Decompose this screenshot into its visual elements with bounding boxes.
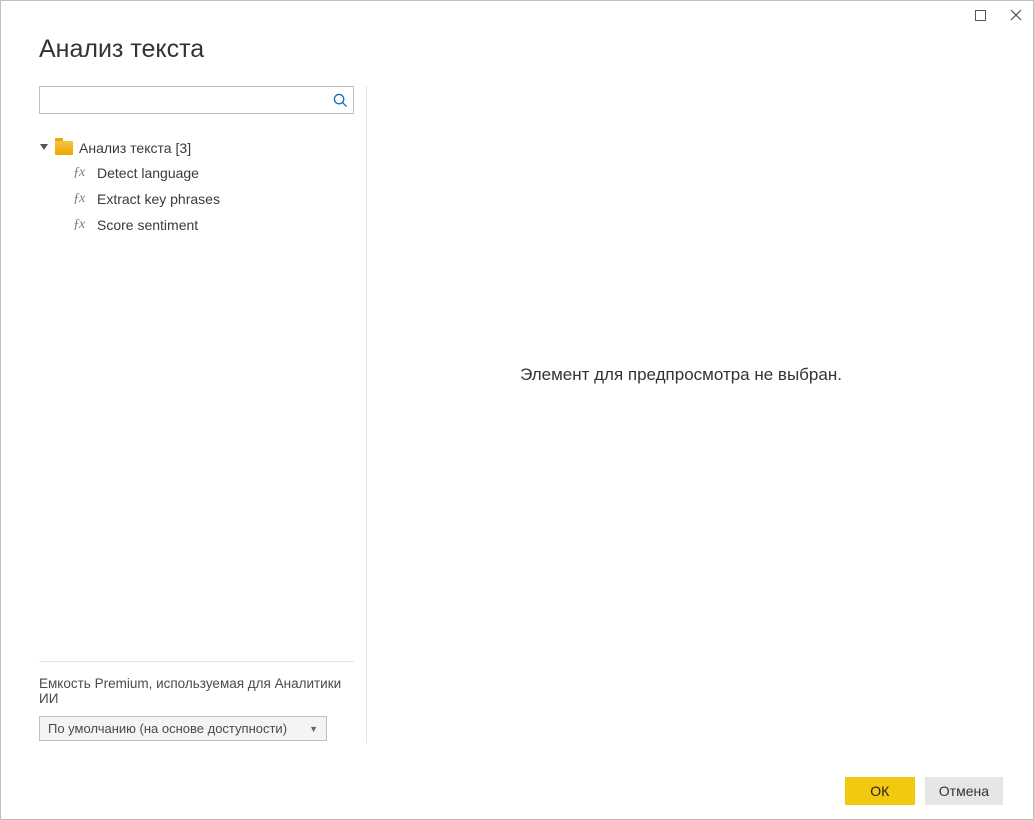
left-panel: Анализ текста [3] ƒx Detect language ƒx …	[39, 86, 367, 743]
folder-icon	[55, 141, 73, 155]
tree-folder[interactable]: Анализ текста [3]	[39, 136, 354, 160]
tree-folder-label: Анализ текста	[79, 140, 172, 156]
tree-item-label: Extract key phrases	[97, 191, 220, 207]
tree-item-label: Score sentiment	[97, 217, 198, 233]
function-icon: ƒx	[73, 165, 89, 181]
capacity-dropdown[interactable]: По умолчанию (на основе доступности) ▼	[39, 716, 327, 741]
chevron-down-icon: ▼	[309, 724, 318, 734]
search-box[interactable]	[39, 86, 354, 114]
dialog-title: Анализ текста	[39, 35, 995, 64]
ok-button[interactable]: ОК	[845, 777, 915, 805]
tree-item-score-sentiment[interactable]: ƒx Score sentiment	[39, 212, 354, 238]
dialog-content: Анализ текста	[1, 29, 1033, 763]
expand-arrow-icon	[39, 143, 49, 153]
capacity-label: Емкость Premium, используемая для Аналит…	[39, 676, 354, 706]
maximize-icon	[975, 10, 986, 21]
maximize-button[interactable]	[973, 8, 987, 22]
dialog-footer: ОК Отмена	[1, 763, 1033, 819]
cancel-button[interactable]: Отмена	[925, 777, 1003, 805]
titlebar	[1, 1, 1033, 29]
preview-panel: Элемент для предпросмотра не выбран.	[367, 86, 995, 743]
dialog-body: Анализ текста [3] ƒx Detect language ƒx …	[39, 86, 995, 743]
function-icon: ƒx	[73, 191, 89, 207]
dialog-window: Анализ текста	[0, 0, 1034, 820]
tree: Анализ текста [3] ƒx Detect language ƒx …	[39, 132, 354, 661]
tree-item-label: Detect language	[97, 165, 199, 181]
close-button[interactable]	[1009, 8, 1023, 22]
function-icon: ƒx	[73, 217, 89, 233]
tree-item-detect-language[interactable]: ƒx Detect language	[39, 160, 354, 186]
tree-folder-count: [3]	[176, 140, 192, 156]
dropdown-selected: По умолчанию (на основе доступности)	[48, 721, 287, 736]
capacity-section: Емкость Premium, используемая для Аналит…	[39, 661, 354, 743]
search-input[interactable]	[40, 87, 327, 113]
close-icon	[1010, 9, 1022, 21]
tree-item-extract-key-phrases[interactable]: ƒx Extract key phrases	[39, 186, 354, 212]
search-icon	[327, 93, 353, 108]
preview-empty-message: Элемент для предпросмотра не выбран.	[520, 365, 842, 385]
